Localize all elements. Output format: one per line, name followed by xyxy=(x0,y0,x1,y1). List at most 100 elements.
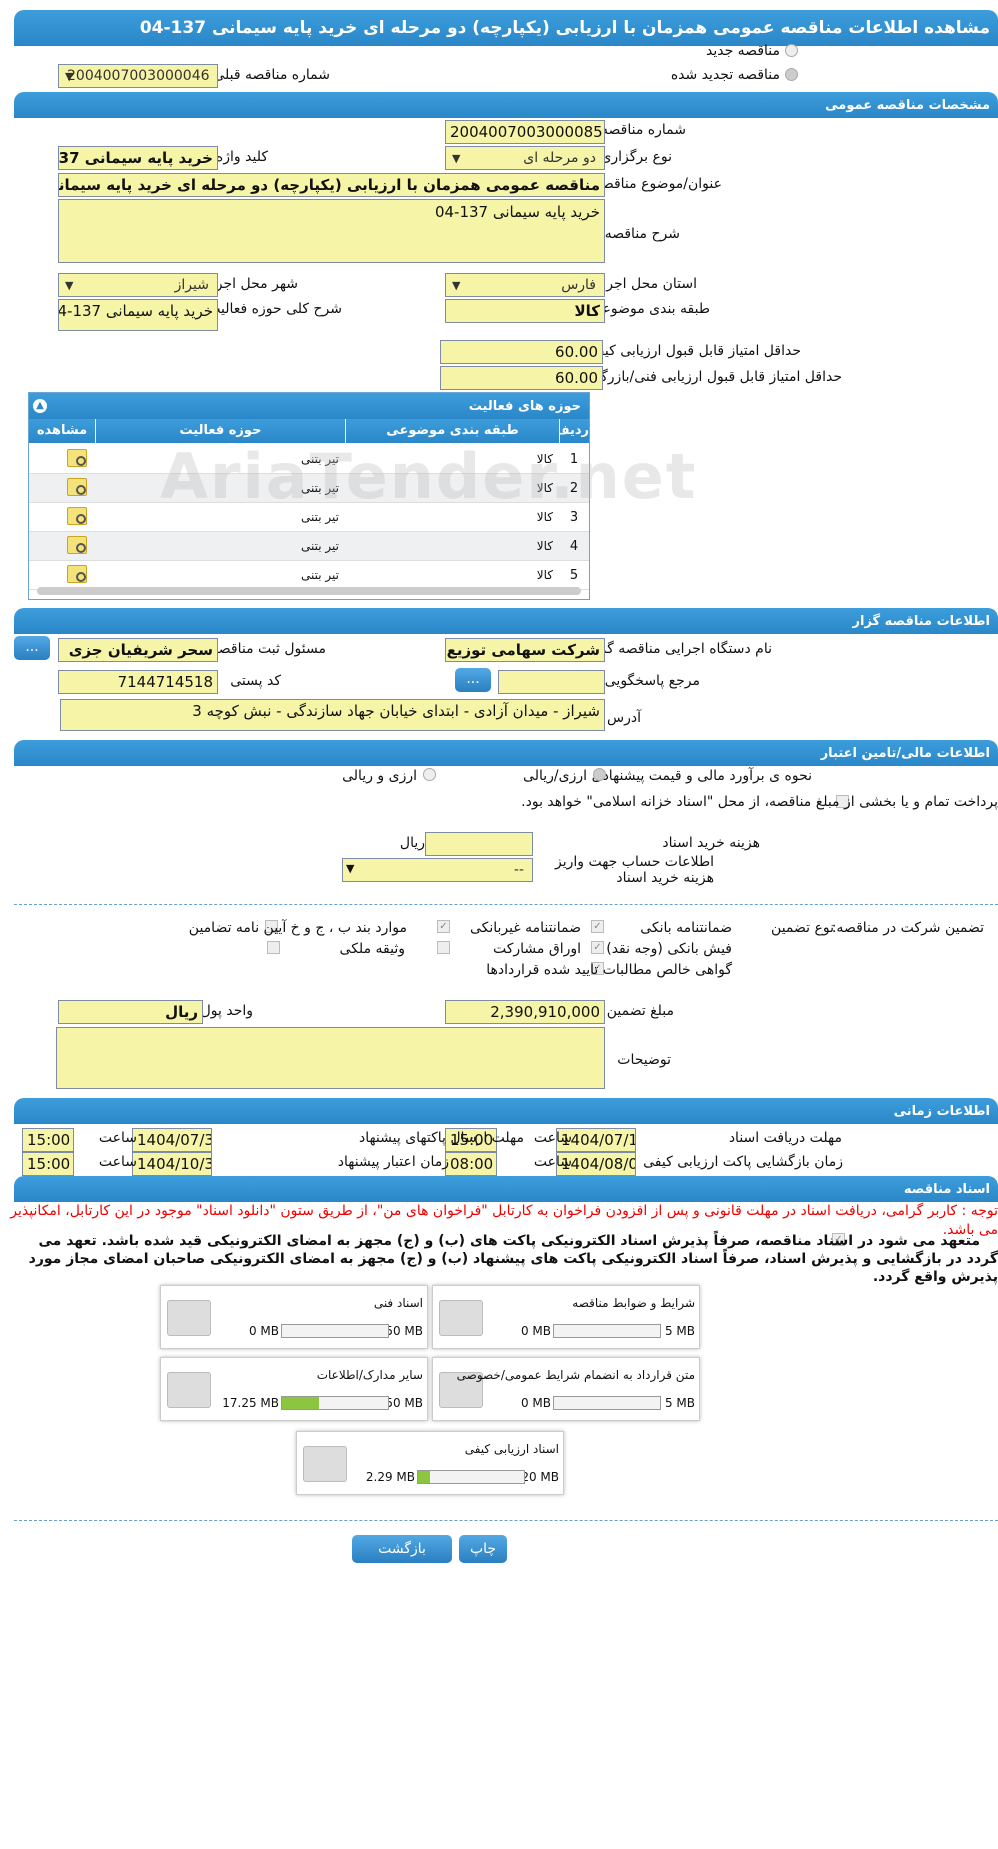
doc-file-used: 2.29 MB xyxy=(365,1470,415,1484)
docfee-field[interactable] xyxy=(425,832,533,856)
estimate-opt2: ارزی و ریالی xyxy=(342,768,417,784)
row-number: 5 xyxy=(569,568,579,583)
doc-file-max: 5 MB xyxy=(664,1396,695,1410)
general-header: مشخصات مناقصه عمومی xyxy=(14,92,998,118)
open-time[interactable]: 08:00 xyxy=(445,1152,497,1176)
doc-file-box[interactable]: سایر مدارک/اطلاعات 50 MB 17.25 MB xyxy=(160,1357,428,1421)
min-quality-field[interactable]: 60.00 xyxy=(440,340,603,364)
divider xyxy=(14,904,998,905)
nonbank-guarantee-checkbox[interactable]: ✓ xyxy=(437,920,450,933)
keyword-field[interactable]: خرید پایه سیمانی 137-04 xyxy=(58,146,218,170)
view-icon[interactable] xyxy=(67,536,87,554)
type-select[interactable]: ▼ دو مرحله ای xyxy=(445,146,605,170)
province-value: فارس xyxy=(561,277,596,293)
chevron-down-icon: ▼ xyxy=(65,70,74,83)
divider xyxy=(14,1520,998,1521)
guarantee-item-6: وثیقه ملکی xyxy=(339,941,405,957)
doc-file-progress xyxy=(553,1396,661,1410)
min-tech-field[interactable]: 60.00 xyxy=(440,366,603,390)
docs-header: اسناد مناقصه xyxy=(14,1176,998,1202)
resp-field[interactable]: سحر شریفیان جزی xyxy=(58,638,218,662)
commit-text: متعهد می شود در اسناد مناقصه، صرفاً پذیر… xyxy=(28,1233,998,1285)
view-icon[interactable] xyxy=(67,507,87,525)
table-row: 5 کالا تیر بتنی xyxy=(29,561,589,590)
doc-file-used: 0 MB xyxy=(520,1324,551,1338)
doc-file-box[interactable]: متن قرارداد به انضمام شرایط عمومی/خصوصی … xyxy=(432,1357,700,1421)
activities-header: حوزه های فعالیت xyxy=(29,393,589,419)
address-field[interactable]: شیراز - میدان آزادی - ابتدای خیابان جهاد… xyxy=(60,699,605,731)
send-deadline-date[interactable]: 1404/07/30 xyxy=(132,1128,212,1152)
org-field[interactable]: شرکت سهامی توزیع نیروی xyxy=(445,638,605,662)
estimate-label: نحوه ی برآورد مالی و قیمت پیشنهادی xyxy=(591,768,812,784)
doc-file-used: 0 MB xyxy=(520,1396,551,1410)
notes-field[interactable] xyxy=(56,1027,605,1089)
bank-guarantee-checkbox[interactable]: ✓ xyxy=(591,920,604,933)
time-label-1: ساعت xyxy=(533,1130,572,1146)
row-number: 4 xyxy=(569,539,579,554)
city-select[interactable]: ▼ شیراز xyxy=(58,273,218,297)
renewed-tender-radio[interactable] xyxy=(785,68,798,81)
prev-number-select[interactable]: ▼ 2004007003000046 xyxy=(58,64,218,88)
postal-label: کد پستی xyxy=(230,673,281,689)
folder-icon xyxy=(167,1300,211,1336)
doc-file-progress-fill xyxy=(282,1397,320,1409)
valid-date[interactable]: 1404/10/30 xyxy=(132,1152,212,1176)
subject-field[interactable]: مناقصه عمومی همزمان با ارزیابی (یکپارچه)… xyxy=(58,173,605,197)
guarantee-item-2: ضمانتنامه غیربانکی xyxy=(469,920,581,936)
doc-file-name: شرایط و ضوابط مناقصه xyxy=(572,1296,695,1310)
type-value: دو مرحله ای xyxy=(523,150,596,166)
view-icon[interactable] xyxy=(67,478,87,496)
property-checkbox[interactable] xyxy=(267,941,280,954)
row-field: تیر بتنی xyxy=(301,539,339,553)
view-cell xyxy=(29,561,95,590)
doc-file-box[interactable]: شرایط و ضوابط مناقصه 5 MB 0 MB xyxy=(432,1285,700,1349)
bonds-checkbox[interactable] xyxy=(437,941,450,954)
view-cell xyxy=(29,474,95,503)
valid-time[interactable]: 15:00 xyxy=(22,1152,74,1176)
table-row: 4 کالا تیر بتنی xyxy=(29,532,589,561)
category-field[interactable]: کالا xyxy=(445,299,605,323)
ref-field[interactable] xyxy=(498,670,605,694)
ref-lookup-button[interactable]: ... xyxy=(455,668,491,692)
desc-field[interactable]: خرید پایه سیمانی 137-04 xyxy=(58,199,605,263)
resp-lookup-button[interactable]: ... xyxy=(14,636,50,660)
doc-file-used: 17.25 MB xyxy=(222,1396,279,1410)
resp-label: مسئول ثبت مناقصه xyxy=(211,641,326,657)
activity-desc-field[interactable]: خرید پایه سیمانی 137-04 xyxy=(58,299,218,331)
postal-field[interactable]: 7144714518 xyxy=(58,670,218,694)
cash-checkbox[interactable]: ✓ xyxy=(591,941,604,954)
guarantee-item-1: ضمانتنامه بانکی xyxy=(640,920,732,936)
collapse-icon[interactable]: ▲ xyxy=(33,399,47,413)
docfee-unit: ریال xyxy=(399,835,425,851)
account-select[interactable]: -- xyxy=(342,858,533,882)
city-label: شهر محل اجرا xyxy=(211,276,298,292)
estimate-radio-1[interactable] xyxy=(593,768,606,781)
province-select[interactable]: ▼ فارس xyxy=(445,273,605,297)
estimate-opt1: ارزی/ریالی xyxy=(523,768,587,784)
doc-file-name: اسناد فنی xyxy=(373,1296,423,1310)
estimate-radio-2[interactable] xyxy=(423,768,436,781)
send-deadline-time[interactable]: 15:00 xyxy=(22,1128,74,1152)
city-value: شیراز xyxy=(174,277,209,293)
horizontal-scrollbar[interactable] xyxy=(37,587,581,595)
amount-field[interactable]: 2,390,910,000 xyxy=(445,1000,605,1024)
new-tender-radio[interactable] xyxy=(785,44,798,57)
doc-file-box[interactable]: اسناد ارزیابی کیفی 20 MB 2.29 MB xyxy=(296,1431,564,1495)
account-label: اطلاعات حساب جهت واریز هزینه خرید اسناد xyxy=(554,854,714,886)
chevron-down-icon: ▼ xyxy=(452,279,461,292)
open-label: زمان بازگشایی پاکت ارزیابی کیفی xyxy=(643,1154,843,1170)
treasury-text: پرداخت تمام و یا بخشی از مبلغ مناقصه، از… xyxy=(521,794,998,810)
chevron-down-icon: ▼ xyxy=(452,152,461,165)
currency-field[interactable]: ریال xyxy=(58,1000,203,1024)
valid-label: زمان اعتبار پیشنهاد xyxy=(337,1154,449,1170)
folder-icon xyxy=(303,1446,347,1482)
view-icon[interactable] xyxy=(67,449,87,467)
doc-file-box[interactable]: اسناد فنی 50 MB 0 MB xyxy=(160,1285,428,1349)
print-button[interactable]: چاپ xyxy=(459,1535,507,1563)
tender-number-field[interactable]: 2004007003000085 xyxy=(445,120,605,144)
time-label-2: ساعت xyxy=(98,1130,137,1146)
doc-file-max: 20 MB xyxy=(521,1470,559,1484)
back-button[interactable]: بازگشت xyxy=(352,1535,452,1563)
view-icon[interactable] xyxy=(67,565,87,583)
doc-file-max: 50 MB xyxy=(385,1396,423,1410)
